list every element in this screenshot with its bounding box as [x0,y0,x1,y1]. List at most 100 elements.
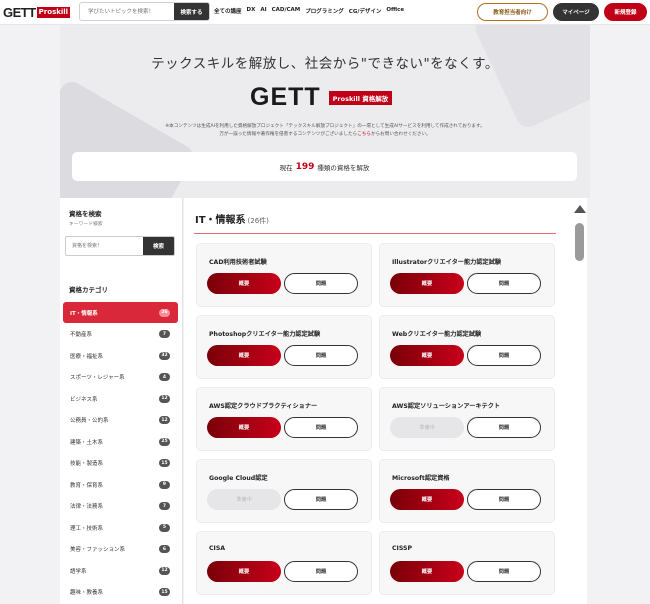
questions-button[interactable]: 問題 [467,273,541,294]
qualification-card: CISSP 概要 問題 [379,531,555,595]
summary-button[interactable]: 概要 [207,561,281,582]
nav-programming[interactable]: プログラミング [305,7,344,15]
sidebar-category-label: 法律・法務系 [70,504,104,510]
sidebar-category-item[interactable]: 美容・ファッション系 6 [63,539,178,560]
qualification-search-button[interactable]: 検索 [143,237,174,255]
header-search-button[interactable]: 検索する [174,3,209,20]
hero-logo-text: GETT [250,83,321,111]
questions-button[interactable]: 問題 [284,273,358,294]
category-count-badge: 15 [159,588,170,596]
main-nav: 全ての講座 DX AI CAD/CAM プログラミング CG/デザイン Offi… [214,7,404,15]
qualification-title: Photoshopクリエイター能力認定試験 [209,331,321,338]
qualification-title: CISSP [392,545,413,552]
category-count-badge: 9 [159,480,170,489]
sidebar-category-item[interactable]: 教育・保育系 9 [63,474,178,495]
nav-office[interactable]: Office [386,7,404,15]
sidebar-category-item[interactable]: 技能・製造系 15 [63,453,178,474]
category-count-badge: 12 [159,416,170,424]
qualification-card: Google Cloud認定 準備中 問題 [196,459,372,523]
sidebar-category-item[interactable]: 法律・法務系 7 [63,496,178,517]
qualification-title: CISA [209,545,226,552]
hero-badge: Proskill 資格解放 [328,90,393,105]
sidebar-category-item[interactable]: 語学系 12 [63,560,178,581]
left-gutter [0,25,60,604]
sidebar-category-item[interactable]: 医療・福祉系 32 [63,345,178,366]
sidebar-category-item[interactable]: 公務員・公的系 12 [63,410,178,431]
category-count-badge: 5 [159,523,170,532]
summary-button[interactable]: 概要 [207,273,281,294]
hero-decoration [471,25,590,132]
qualification-card: Photoshopクリエイター能力認定試験概要 問題 [196,315,372,379]
category-count-badge: 25 [159,437,170,446]
nav-cg-design[interactable]: CG/デザイン [349,7,382,15]
sidebar-search-subtitle: キーワード検索 [69,222,103,227]
questions-button[interactable]: 問題 [284,345,358,366]
mypage-button[interactable]: マイページ [553,3,599,21]
questions-button[interactable]: 問題 [467,345,541,366]
corporate-button[interactable]: 教育担当者向け [477,3,548,21]
qualification-title: AWS認定クラウドプラクティショナー [209,403,318,410]
sidebar-category-label: 理工・技術系 [70,525,104,532]
summary-button[interactable]: 概要 [207,345,281,366]
count-prefix: 現在 [279,163,293,172]
qualification-card: AWS認定クラウドプラクティショナー概要 問題 [196,387,372,451]
scroll-up-arrow-icon[interactable] [574,205,586,213]
sidebar-category-item[interactable]: 不動産系 7 [63,324,178,345]
questions-button[interactable]: 問題 [284,561,358,582]
questions-button[interactable]: 問題 [467,489,541,510]
register-button[interactable]: 新規登録 [604,3,647,21]
sidebar-category-label: 公務員・公的系 [70,418,109,424]
nav-ai[interactable]: AI [260,7,266,15]
nav-cad-cam[interactable]: CAD/CAM [272,7,301,15]
summary-button[interactable]: 概要 [390,561,464,582]
qualification-card: AWS認定ソリューションアーキテクト 準備中 問題 [379,387,555,451]
qualification-count-box: 現在 199 種類の資格を解放 [72,152,577,181]
scroll-thumb[interactable] [575,223,584,261]
questions-button[interactable]: 問題 [467,417,541,438]
sidebar-category-item[interactable]: ビジネス系 12 [63,388,178,409]
sidebar-category-label: 教育・保育系 [70,482,104,489]
questions-button[interactable]: 問題 [284,417,358,438]
sidebar-category-label: ビジネス系 [70,396,98,403]
site-logo[interactable]: GETT Proskill [3,4,71,20]
questions-button[interactable]: 問題 [467,561,541,582]
sidebar-category-item[interactable]: IT・情報系 26 [63,302,178,323]
category-divider [194,233,556,234]
logo-text: GETT [3,4,36,20]
disclaimer-line-1: ※本コンテンツは生成AIを利用した資格解放プロジェクト「テックスキル解放プロジェ… [165,124,485,129]
sidebar-category-label: 趣味・教養系 [70,590,104,596]
logo-badge: Proskill [36,6,71,18]
sidebar-category-item[interactable]: 建築・土木系 25 [63,431,178,452]
summary-button[interactable]: 概要 [390,273,464,294]
sidebar-category-item[interactable]: 趣味・教養系 15 [63,582,178,603]
category-count-badge: 12 [159,394,170,403]
category-count-badge: 6 [159,545,170,553]
header-search-input[interactable] [80,3,176,20]
scrollbar[interactable] [572,198,587,604]
right-gutter [590,25,650,604]
category-count-badge: 4 [159,373,170,381]
nav-dx[interactable]: DX [247,7,256,15]
sidebar-search-title: 資格を検索 [69,210,102,218]
contact-link[interactable]: こちら [357,132,371,137]
sidebar-category-item[interactable]: スポーツ・レジャー系 4 [63,367,178,388]
summary-button[interactable]: 概要 [207,417,281,438]
summary-preparing-button: 準備中 [207,489,281,510]
summary-button[interactable]: 概要 [390,345,464,366]
sidebar-category-label: 建築・土木系 [70,439,104,446]
questions-button[interactable]: 問題 [284,489,358,510]
qualification-card: Illustratorクリエイター能力認定試験概要 問題 [379,243,555,307]
qualification-title: Illustratorクリエイター能力認定試験 [392,259,502,266]
nav-all-courses[interactable]: 全ての講座 [214,7,242,15]
category-count-badge: 15 [159,459,170,467]
category-count-badge: 32 [159,351,170,360]
sidebar-category-label: IT・情報系 [70,310,98,317]
hero-tagline: テックスキルを解放し、社会から"できない"をなくす。 [151,56,499,72]
sidebar-category-label: 技能・製造系 [70,461,104,467]
summary-button[interactable]: 概要 [390,489,464,510]
category-count-badge: 26 [159,308,170,317]
qualification-search-input[interactable] [66,237,144,255]
qualification-card: Webクリエイター能力認定試験 概要 問題 [379,315,555,379]
hero-banner: テックスキルを解放し、社会から"できない"をなくす。 GETT Proskill… [60,25,590,198]
sidebar-category-item[interactable]: 理工・技術系 5 [63,517,178,538]
